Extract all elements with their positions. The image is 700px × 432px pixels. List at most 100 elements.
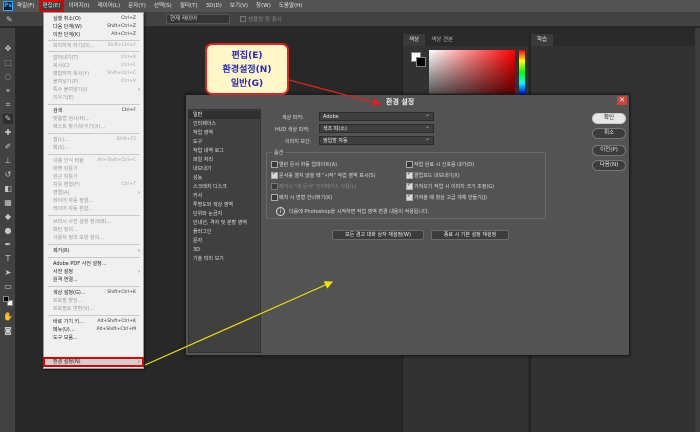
menu-select[interactable]: 선택(S) (150, 0, 176, 12)
image-interpolation-select[interactable]: 쌍입방 자동 (319, 135, 434, 145)
menu-item-undo[interactable]: 실행 취소(O) Ctrl+Z (44, 15, 143, 23)
clone-stamp-tool-icon[interactable]: ⊥ (3, 156, 13, 166)
eyedropper-icon[interactable]: ✎ (6, 15, 15, 24)
menu-item-find-replace[interactable]: 텍스트 찾기/바꾸기(X)... (44, 123, 143, 131)
menu-item-presets[interactable]: 사전 설정 › (44, 268, 143, 276)
menu-type[interactable]: 문자(Y) (124, 0, 150, 12)
dodge-tool-icon[interactable]: ● (3, 226, 13, 236)
menu-item-paste-special[interactable]: 특수 붙여넣기(I) › (44, 86, 143, 94)
nav-item-file-handling[interactable]: 파일 처리 (189, 156, 260, 164)
type-tool-icon[interactable]: T (3, 254, 13, 264)
menu-item-free-transform[interactable]: 자유 변형(F) Ctrl+T (44, 181, 143, 189)
menu-item-fill[interactable]: 칠(L)... Shift+F5 (44, 136, 143, 144)
nav-item-tools[interactable]: 도구 (189, 138, 260, 146)
lasso-tool-icon[interactable]: ◌ (3, 72, 13, 82)
menu-item-paste[interactable]: 붙여넣기(P) Ctrl+V (44, 78, 143, 86)
always-smart-object-checkbox[interactable]: 가져올 때 항상 고급 개체 만들기(J) (406, 193, 487, 201)
menu-item-auto-blend[interactable]: 레이어 자동 혼합... (44, 205, 143, 213)
menu-3d[interactable]: 3D(D) (202, 0, 226, 12)
nav-item-3d[interactable]: 3D (189, 246, 260, 254)
next-button[interactable]: 다음(N) (592, 160, 626, 171)
menu-item-define-brush[interactable]: 브러시 사전 설정 정의(B)... (44, 218, 143, 226)
menu-item-copy[interactable]: 복사(C) Ctrl+C (44, 62, 143, 70)
path-select-tool-icon[interactable]: ➤ (3, 268, 13, 278)
nav-item-cursors[interactable]: 커서 (189, 192, 260, 200)
nav-item-units-rulers[interactable]: 단위와 눈금자 (189, 210, 260, 218)
menu-item-fade[interactable]: 희미하게 하기(D)... Shift+Ctrl+F (44, 42, 143, 50)
color-picker-select[interactable]: Adobe (319, 111, 434, 121)
nav-item-transparency-gamut[interactable]: 투명도와 색상 영역 (189, 201, 260, 209)
menu-window[interactable]: 창(W) (252, 0, 275, 12)
menu-item-assign-profile[interactable]: 프로필 할당... (44, 297, 143, 305)
close-icon[interactable]: ✕ (617, 96, 627, 105)
panel-collapse-strip[interactable] (695, 28, 700, 432)
eyedropper-tool-icon[interactable]: ✎ (3, 114, 13, 124)
menu-item-define-shape[interactable]: 사용자 정의 모양 정의... (44, 234, 143, 242)
prev-button[interactable]: 이전(P) (592, 145, 626, 156)
skip-transform-checkbox[interactable]: 배치 시 변형 건너뛰기(K) (271, 194, 332, 201)
menu-help[interactable]: 도움말(H) (275, 0, 307, 12)
nav-item-plugins[interactable]: 플러그인 (189, 228, 260, 236)
menu-item-perspective-warp[interactable]: 원근 뒤틀기 (44, 173, 143, 181)
shape-tool-icon[interactable]: ▭ (3, 282, 13, 292)
menu-item-purge[interactable]: 제거(R) › (44, 247, 143, 255)
menu-item-convert-profile[interactable]: 프로필로 변환(V)... (44, 305, 143, 313)
blur-tool-icon[interactable]: ◆ (3, 212, 13, 222)
menu-item-content-aware-scale[interactable]: 내용 인식 비율 Alt+Shift+Ctrl+C (44, 157, 143, 165)
gradient-tool-icon[interactable]: ▦ (3, 198, 13, 208)
nav-item-guides-grid[interactable]: 안내선, 격자 및 분할 영역 (189, 219, 260, 227)
foreground-background-swatch[interactable] (3, 296, 13, 308)
show-sampling-ring-checkbox[interactable]: 샘플링 링 표시 (240, 15, 282, 23)
tab-learn[interactable]: 학습 (531, 34, 554, 46)
brush-tool-icon[interactable]: ✐ (3, 142, 13, 152)
menu-item-stroke[interactable]: 획(S)... (44, 144, 143, 152)
history-brush-tool-icon[interactable]: ↺ (3, 170, 13, 180)
move-tool-icon[interactable]: ✥ (3, 44, 13, 54)
menu-item-define-pattern[interactable]: 패턴 정의... (44, 226, 143, 234)
menu-view[interactable]: 보기(V) (226, 0, 252, 12)
nav-item-performance[interactable]: 성능 (189, 174, 260, 182)
cancel-button[interactable]: 취소 (592, 128, 626, 139)
background-color-swatch[interactable] (416, 57, 426, 67)
healing-brush-tool-icon[interactable]: ✚ (3, 128, 13, 138)
menu-edit[interactable]: 편집(E) (38, 0, 65, 12)
sample-layer-select[interactable]: 현재 레이어 (166, 14, 230, 24)
nav-item-general[interactable]: 일반 (189, 111, 260, 119)
menu-image[interactable]: 이미지(I) (64, 0, 93, 12)
tab-swatches[interactable]: 색상 견본 (425, 34, 459, 46)
nav-item-interface[interactable]: 인터페이스 (189, 120, 260, 128)
reset-warnings-button[interactable]: 모든 경고 대화 상자 재설정(W) (332, 230, 424, 240)
menu-item-preferences[interactable]: 환경 설정(N) › (43, 357, 144, 367)
quick-mask-icon[interactable]: ◙ (3, 326, 13, 336)
menu-item-menus[interactable]: 메뉴(U)... Alt+Shift+Ctrl+M (44, 326, 143, 334)
menu-item-toolbar[interactable]: 도구 모음... (44, 334, 143, 342)
beep-checkbox[interactable]: 작업 완료 시 신호음 내기(D) (406, 161, 474, 168)
menu-file[interactable]: 파일(F) (13, 0, 39, 12)
menu-item-auto-align[interactable]: 레이어 자동 정렬... (44, 197, 143, 205)
hud-color-picker-select[interactable]: 색조 띠(소) (319, 123, 434, 133)
menu-item-clear[interactable]: 지우기(E) (44, 94, 143, 102)
menu-item-puppet-warp[interactable]: 퍼펫 뒤틀기 (44, 165, 143, 173)
marquee-tool-icon[interactable]: ⬚ (3, 58, 13, 68)
nav-item-scratch-disks[interactable]: 스크래치 디스크 (189, 183, 260, 191)
legacy-new-document-checkbox[interactable]: 레거시 "새 문서" 인터페이스 사용(L) (271, 183, 356, 190)
ok-button[interactable]: 확인 (592, 113, 626, 124)
pen-tool-icon[interactable]: ✒ (3, 240, 13, 250)
nav-item-type[interactable]: 문자 (189, 237, 260, 245)
menu-layer[interactable]: 레이어(L) (94, 0, 125, 12)
reset-on-quit-button[interactable]: 종료 시 기본 설정 재설정 (431, 230, 509, 240)
nav-item-export[interactable]: 내보내기 (189, 165, 260, 173)
eraser-tool-icon[interactable]: ◧ (3, 184, 13, 194)
tab-color[interactable]: 색상 (403, 34, 426, 46)
menu-item-cut[interactable]: 잘라내기(T) Ctrl+X (44, 54, 143, 62)
menu-item-pdf-presets[interactable]: Adobe PDF 사전 설정... (44, 260, 143, 268)
crop-tool-icon[interactable]: ⌗ (3, 100, 13, 110)
menu-item-spell-check[interactable]: 맞춤법 검사(H)... (44, 115, 143, 123)
hand-tool-icon[interactable]: ✋ (3, 312, 13, 322)
nav-item-history-log[interactable]: 작업 내역 로그 (189, 147, 260, 155)
menu-item-step-forward[interactable]: 다음 단계(W) Shift+Ctrl+Z (44, 23, 143, 31)
menu-item-copy-merged[interactable]: 병합하여 복사(Y) Shift+Ctrl+C (44, 70, 143, 78)
menu-item-color-settings[interactable]: 색상 설정(G)... Shift+Ctrl+K (44, 289, 143, 297)
quick-select-tool-icon[interactable]: ⌖ (3, 86, 13, 96)
menu-filter[interactable]: 필터(T) (176, 0, 202, 12)
